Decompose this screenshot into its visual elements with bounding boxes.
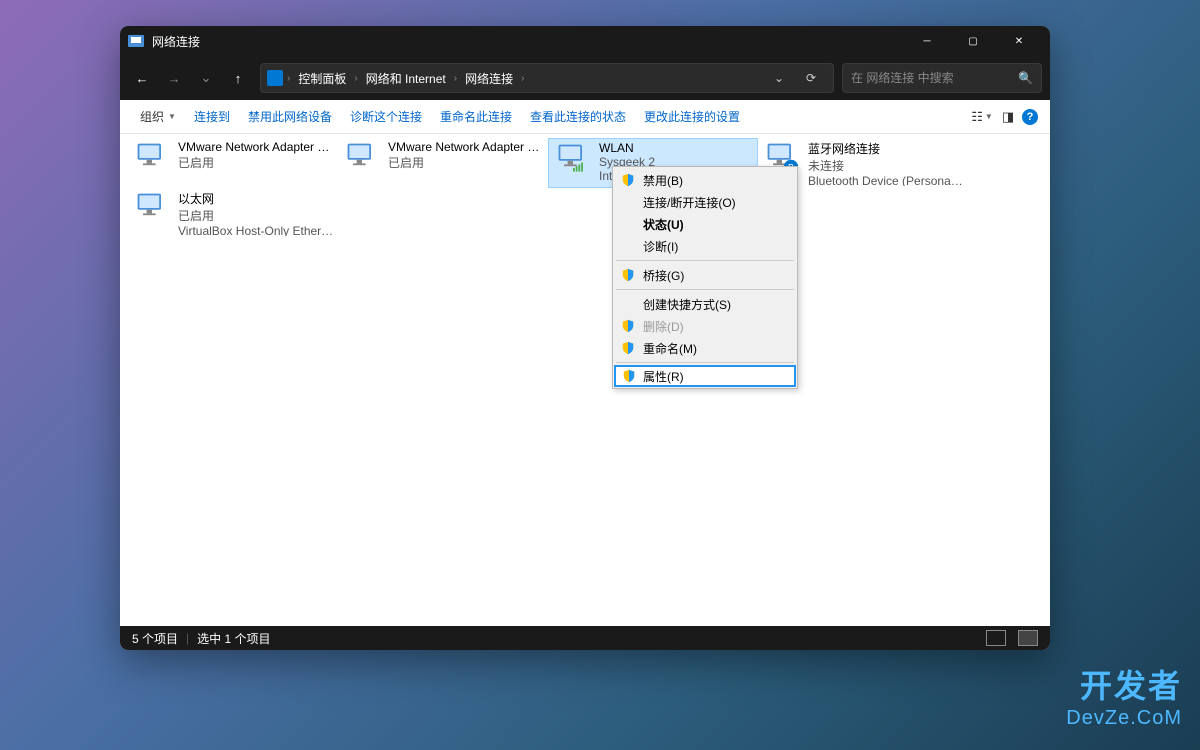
- context-menu-item[interactable]: 重命名(M): [615, 337, 795, 359]
- menu-item-label: 删除(D): [643, 318, 684, 335]
- change-settings-button[interactable]: 更改此连接的设置: [636, 104, 748, 129]
- adapter-status: 已启用: [178, 154, 334, 171]
- context-menu: 禁用(B) 连接/断开连接(O) 状态(U) 诊断(I) 桥接(G) 创建快捷方式(S) 删…: [612, 166, 798, 389]
- adapter-name: VMware Network Adapter VMnet8: [388, 140, 544, 154]
- menu-item-label: 属性(R): [643, 368, 684, 385]
- adapter-icon: [132, 140, 172, 184]
- adapter-device: Bluetooth Device (Personal Ar...: [808, 174, 964, 186]
- forward-button[interactable]: →: [160, 64, 188, 92]
- shield-icon: [621, 268, 635, 282]
- network-connections-window: 网络连接 ─ ▢ ✕ ← → ⌄ ↑ › 控制面板 › 网络和 Internet…: [120, 26, 1050, 650]
- adapter-name: VMware Network Adapter VMnet1: [178, 140, 334, 154]
- address-bar[interactable]: › 控制面板 › 网络和 Internet › 网络连接 › ⌄ ⟳: [260, 63, 834, 93]
- menu-separator: [616, 362, 794, 363]
- connect-to-button[interactable]: 连接到: [186, 104, 238, 129]
- view-status-button[interactable]: 查看此连接的状态: [522, 104, 634, 129]
- view-options-button[interactable]: ☷▼: [970, 105, 994, 129]
- shield-icon: [621, 319, 635, 333]
- menu-item-label: 连接/断开连接(O): [643, 194, 736, 211]
- breadcrumb-item[interactable]: 网络和 Internet: [362, 68, 450, 89]
- minimize-button[interactable]: ─: [904, 26, 950, 56]
- maximize-button[interactable]: ▢: [950, 26, 996, 56]
- breadcrumb-item[interactable]: 网络连接: [461, 68, 517, 89]
- adapter-icon: [553, 141, 593, 185]
- menu-item-label: 诊断(I): [643, 238, 678, 255]
- preview-pane-button[interactable]: ◨: [996, 105, 1020, 129]
- item-count: 5 个项目: [132, 630, 178, 647]
- up-button[interactable]: ↑: [224, 64, 252, 92]
- tiles-view-button[interactable]: [1018, 630, 1038, 646]
- app-icon: [128, 33, 144, 49]
- rename-button[interactable]: 重命名此连接: [432, 104, 520, 129]
- help-button[interactable]: ?: [1022, 109, 1038, 125]
- shield-icon: [621, 341, 635, 355]
- window-title: 网络连接: [152, 33, 904, 50]
- titlebar[interactable]: 网络连接 ─ ▢ ✕: [120, 26, 1050, 56]
- disable-device-button[interactable]: 禁用此网络设备: [240, 104, 340, 129]
- close-button[interactable]: ✕: [996, 26, 1042, 56]
- context-menu-item[interactable]: 桥接(G): [615, 264, 795, 286]
- context-menu-item[interactable]: 连接/断开连接(O): [615, 191, 795, 213]
- menu-item-label: 重命名(M): [643, 340, 697, 357]
- chevron-right-icon: ›: [287, 73, 290, 84]
- adapter-name: 蓝牙网络连接: [808, 140, 964, 157]
- watermark: 开发者 DevZe.CoM: [1066, 661, 1182, 730]
- adapter-name: WLAN: [599, 141, 753, 155]
- context-menu-item[interactable]: 创建快捷方式(S): [615, 293, 795, 315]
- organize-button[interactable]: 组织▼: [132, 104, 184, 129]
- adapter-status: 未连接: [808, 157, 964, 174]
- command-bar: 组织▼ 连接到 禁用此网络设备 诊断这个连接 重命名此连接 查看此连接的状态 更…: [120, 100, 1050, 134]
- adapter-icon: [342, 140, 382, 184]
- chevron-right-icon: ›: [354, 73, 357, 84]
- refresh-button[interactable]: ⟳: [799, 71, 823, 85]
- chevron-right-icon: ›: [521, 73, 524, 84]
- breadcrumb-item[interactable]: 控制面板: [294, 68, 350, 89]
- search-icon: 🔍: [1018, 71, 1033, 85]
- selected-count: 选中 1 个项目: [197, 630, 270, 647]
- menu-separator: [616, 260, 794, 261]
- shield-icon: [621, 173, 635, 187]
- search-box[interactable]: 🔍: [842, 63, 1042, 93]
- network-adapter-item[interactable]: 以太网 已启用 VirtualBox Host-Only Ethernet ..…: [128, 188, 338, 238]
- search-input[interactable]: [851, 71, 1018, 85]
- back-button[interactable]: ←: [128, 64, 156, 92]
- context-menu-item[interactable]: 禁用(B): [615, 169, 795, 191]
- adapter-status: 已启用: [178, 207, 334, 224]
- context-menu-item[interactable]: 诊断(I): [615, 235, 795, 257]
- menu-separator: [616, 289, 794, 290]
- details-view-button[interactable]: [986, 630, 1006, 646]
- network-adapter-item[interactable]: VMware Network Adapter VMnet8 已启用: [338, 138, 548, 188]
- menu-item-label: 禁用(B): [643, 172, 683, 189]
- chevron-right-icon: ›: [454, 73, 457, 84]
- network-adapter-item[interactable]: VMware Network Adapter VMnet1 已启用: [128, 138, 338, 188]
- context-menu-item[interactable]: 属性(R): [614, 365, 796, 387]
- context-menu-item: 删除(D): [615, 315, 795, 337]
- adapter-device: VirtualBox Host-Only Ethernet ...: [178, 224, 334, 236]
- location-icon: [267, 70, 283, 86]
- menu-item-label: 桥接(G): [643, 267, 684, 284]
- shield-icon: [622, 369, 636, 383]
- menu-item-label: 创建快捷方式(S): [643, 296, 731, 313]
- status-bar: 5 个项目 | 选中 1 个项目: [120, 626, 1050, 650]
- adapter-status: 已启用: [388, 154, 544, 171]
- context-menu-item[interactable]: 状态(U): [615, 213, 795, 235]
- menu-item-label: 状态(U): [643, 216, 684, 233]
- navigation-bar: ← → ⌄ ↑ › 控制面板 › 网络和 Internet › 网络连接 › ⌄…: [120, 56, 1050, 100]
- history-dropdown[interactable]: ⌄: [767, 71, 791, 85]
- adapter-name: 以太网: [178, 190, 334, 207]
- recent-dropdown[interactable]: ⌄: [192, 64, 220, 92]
- diagnose-button[interactable]: 诊断这个连接: [342, 104, 430, 129]
- content-area[interactable]: VMware Network Adapter VMnet1 已启用 VMware…: [120, 134, 1050, 626]
- adapter-icon: [132, 190, 172, 234]
